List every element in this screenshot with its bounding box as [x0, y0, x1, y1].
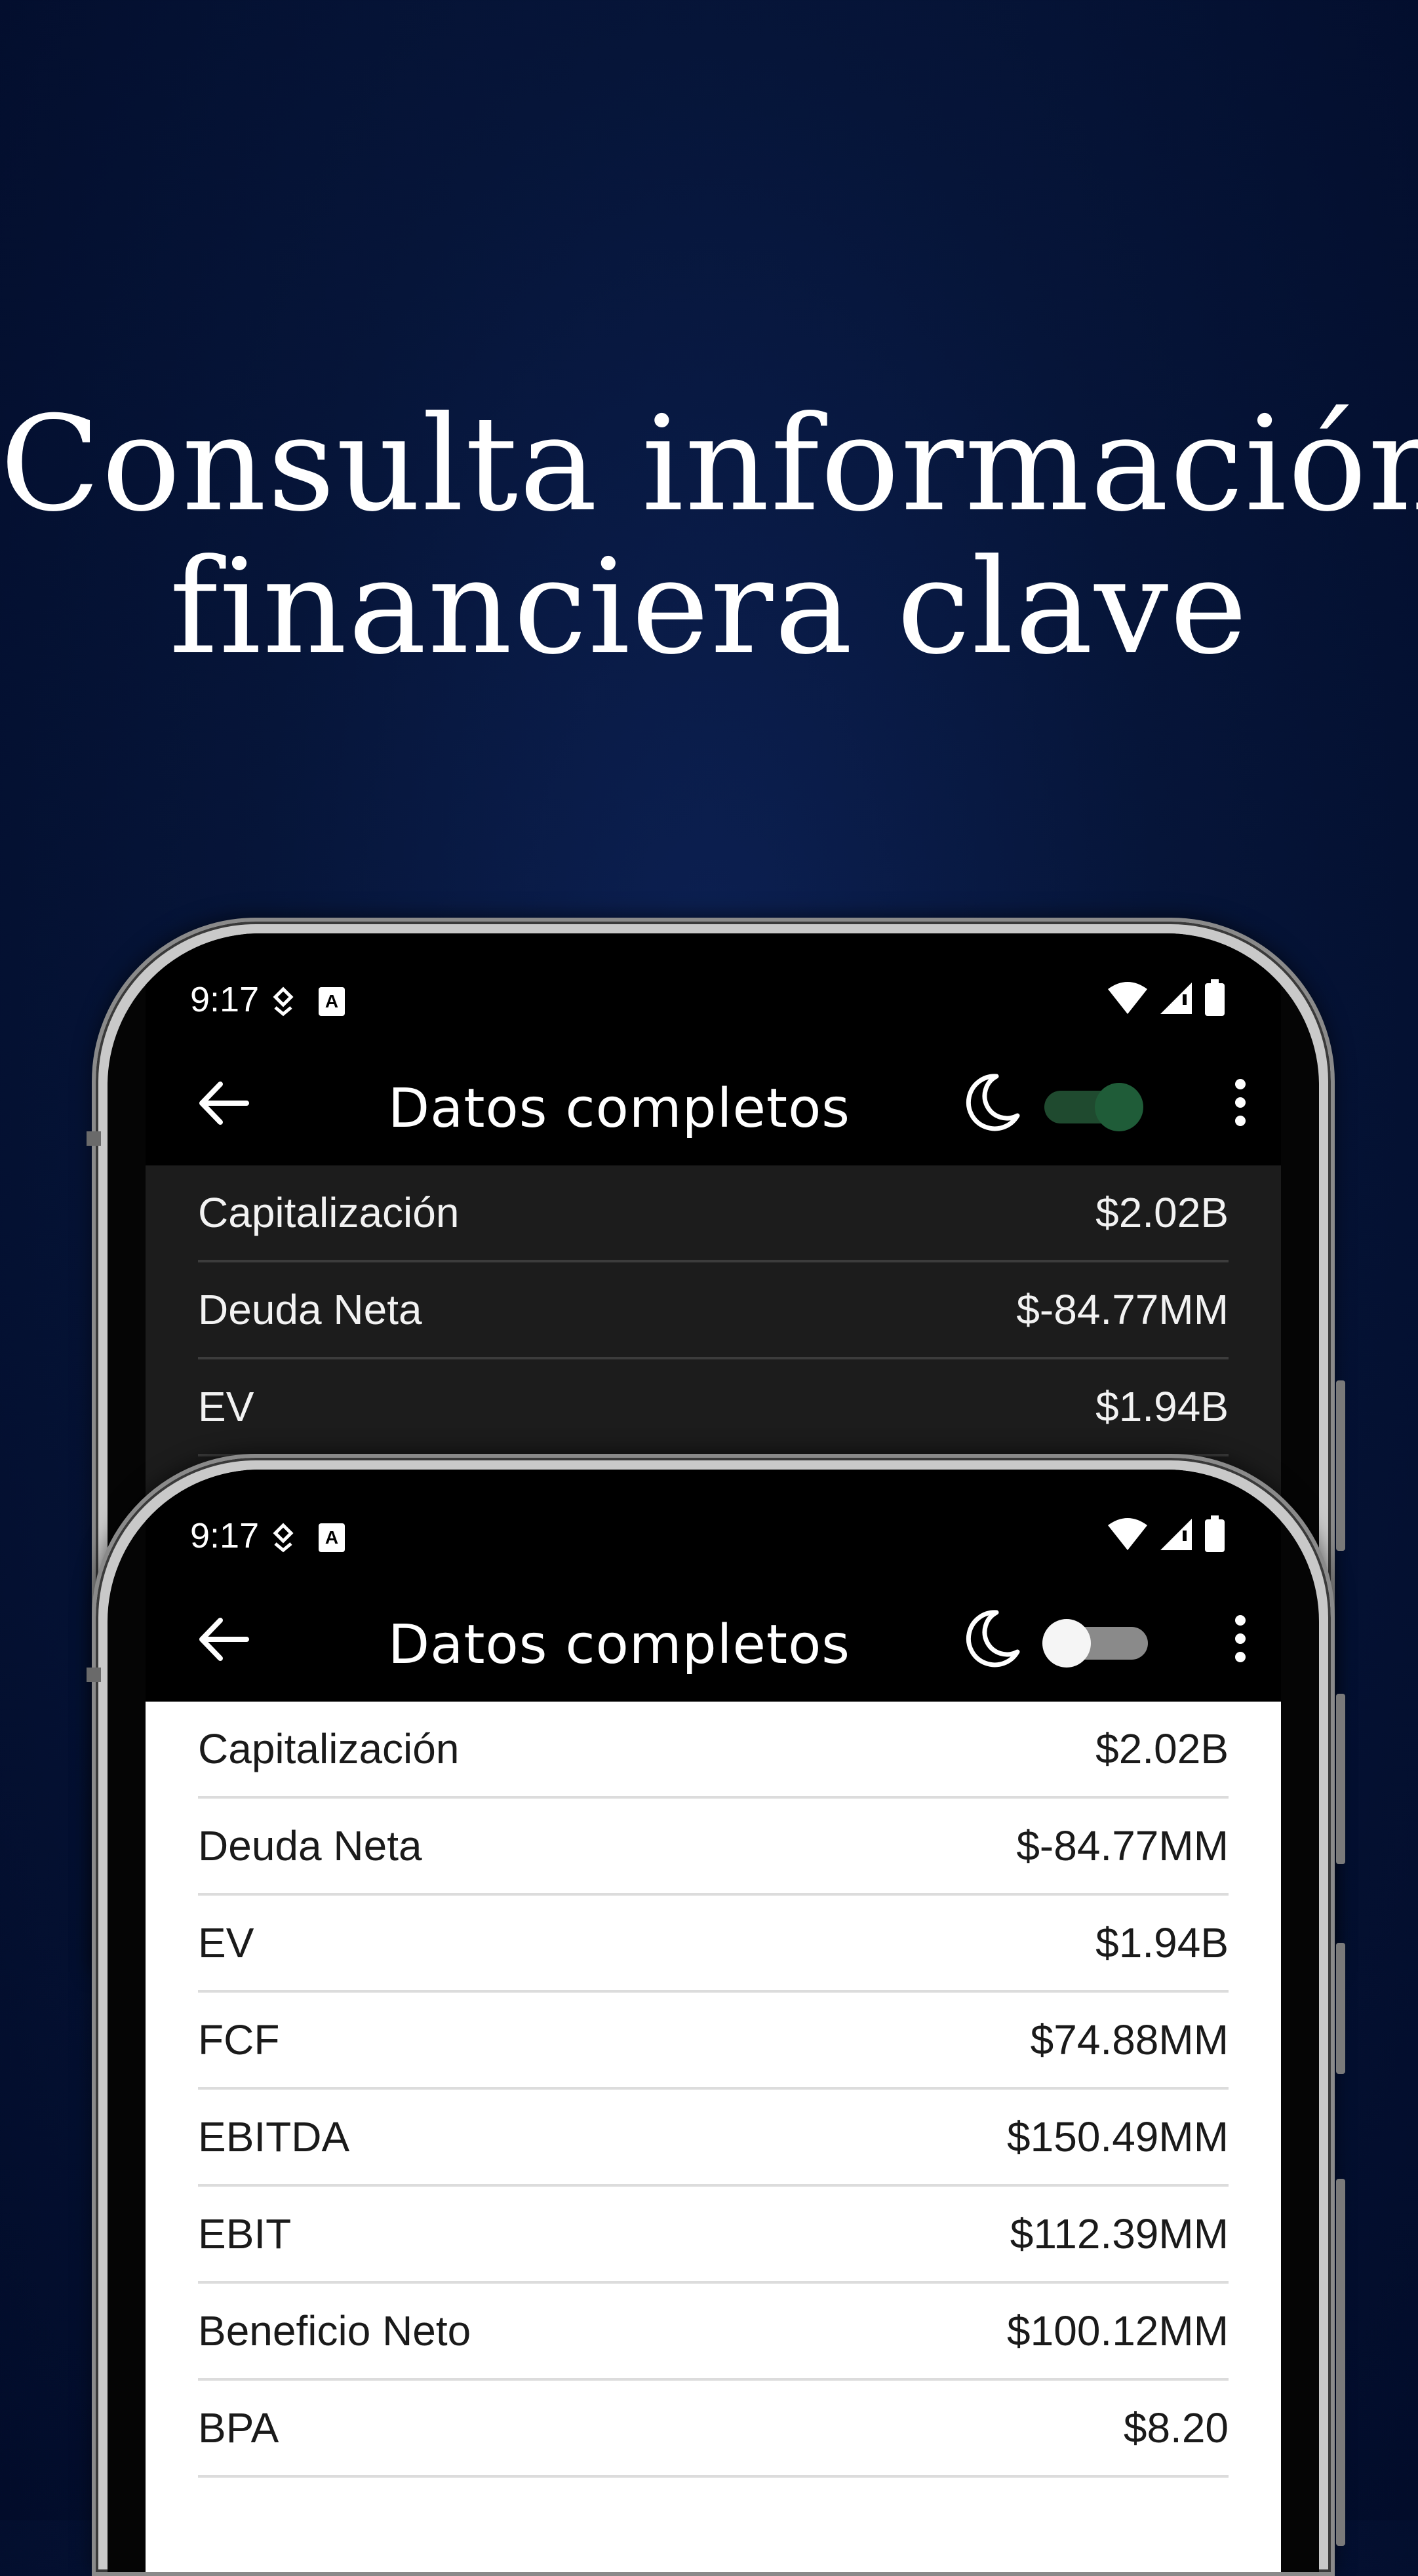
battery-icon [1205, 1515, 1225, 1552]
svg-text:A: A [325, 991, 338, 1011]
more-vert-icon[interactable] [1214, 1606, 1267, 1671]
signal-icon [1160, 983, 1192, 1014]
metric-label: Beneficio Neto [198, 2307, 471, 2354]
moon-icon [966, 1610, 1020, 1668]
notification-icon [270, 1519, 296, 1556]
metric-value: $1.94B [1095, 1919, 1229, 1966]
metric-value: $1.94B [1095, 1383, 1229, 1430]
a-icon: A [317, 1519, 346, 1556]
metric-value: $74.88MM [1030, 2016, 1229, 2063]
screen-title: Datos completos [388, 1614, 850, 1676]
metric-label: Deuda Neta [198, 1822, 422, 1869]
a-icon: A [317, 983, 346, 1020]
app-bar: Datos completos [146, 1041, 1281, 1165]
list-item: Capitalización $2.02B [198, 1165, 1229, 1262]
svg-text:A: A [325, 1527, 338, 1548]
headline-line-2: financiera clave [169, 531, 1249, 684]
wifi-icon [1108, 1518, 1147, 1550]
headline-line-1: Consulta información [0, 388, 1418, 541]
metric-value: $100.12MM [1007, 2307, 1229, 2354]
more-vert-icon[interactable] [1214, 1070, 1267, 1135]
metric-label: Capitalización [198, 1725, 460, 1772]
phone-side-button [1336, 1694, 1345, 1864]
app-bar: Datos completos [146, 1577, 1281, 1702]
list-item: EV $1.94B [198, 1896, 1229, 1993]
phone-antenna-band [87, 1131, 101, 1146]
dark-mode-toggle[interactable] [1040, 1083, 1152, 1131]
metric-label: BPA [198, 2404, 279, 2451]
phone-antenna-band [87, 1668, 101, 1682]
metric-label: EV [198, 1919, 254, 1966]
metric-label: Deuda Neta [198, 1286, 422, 1333]
financial-data-list: Capitalización $2.02B Deuda Neta $-84.77MM E… [146, 1702, 1281, 2572]
list-item: EBIT $112.39MM [198, 2187, 1229, 2284]
moon-icon [966, 1074, 1020, 1131]
list-item: FCF $74.88MM [198, 1993, 1229, 2090]
metric-label: EBIT [198, 2210, 292, 2257]
wifi-icon [1108, 982, 1147, 1014]
list-item: EV $1.94B [198, 1359, 1229, 1456]
phone-light-mode: 9:17 A Datos completos Capitalización $2… [87, 1454, 1345, 2576]
phone-side-button [1336, 1943, 1345, 2074]
headline: Consulta información financiera clave [0, 393, 1418, 679]
back-arrow-icon[interactable] [190, 1070, 256, 1136]
status-bar: 9:17 A [146, 975, 1281, 1028]
list-item: Beneficio Neto $100.12MM [198, 2284, 1229, 2381]
list-item: Deuda Neta $-84.77MM [198, 1799, 1229, 1896]
metric-value: $-84.77MM [1016, 1286, 1229, 1333]
metric-value: $112.39MM [1010, 2210, 1229, 2257]
metric-value: $2.02B [1095, 1189, 1229, 1236]
dark-mode-toggle[interactable] [1040, 1619, 1152, 1668]
phone-side-button [1336, 1380, 1345, 1551]
signal-icon [1160, 1519, 1192, 1550]
battery-icon [1205, 979, 1225, 1016]
screen-title: Datos completos [388, 1078, 850, 1140]
list-item: BPA $8.20 [198, 2381, 1229, 2478]
list-item: EBITDA $150.49MM [198, 2090, 1229, 2187]
metric-value: $8.20 [1123, 2404, 1229, 2451]
status-time: 9:17 [190, 980, 260, 1019]
list-item: Deuda Neta $-84.77MM [198, 1262, 1229, 1359]
metric-label: EBITDA [198, 2113, 350, 2160]
status-bar: 9:17 A [146, 1512, 1281, 1564]
metric-value: $-84.77MM [1016, 1822, 1229, 1869]
list-item: Capitalización $2.02B [198, 1702, 1229, 1799]
back-arrow-icon[interactable] [190, 1607, 256, 1672]
phone-bezel: 9:17 A Datos completos Capitalización $2… [108, 1470, 1319, 2572]
metric-label: EV [198, 1383, 254, 1430]
notification-icon [270, 983, 296, 1020]
phone-side-button [1336, 2179, 1345, 2546]
metric-value: $150.49MM [1007, 2113, 1229, 2160]
status-time: 9:17 [190, 1516, 260, 1555]
metric-label: Capitalización [198, 1189, 460, 1236]
metric-value: $2.02B [1095, 1725, 1229, 1772]
metric-label: FCF [198, 2016, 280, 2063]
phone-screen: 9:17 A Datos completos Capitalización $2… [146, 1470, 1281, 2572]
